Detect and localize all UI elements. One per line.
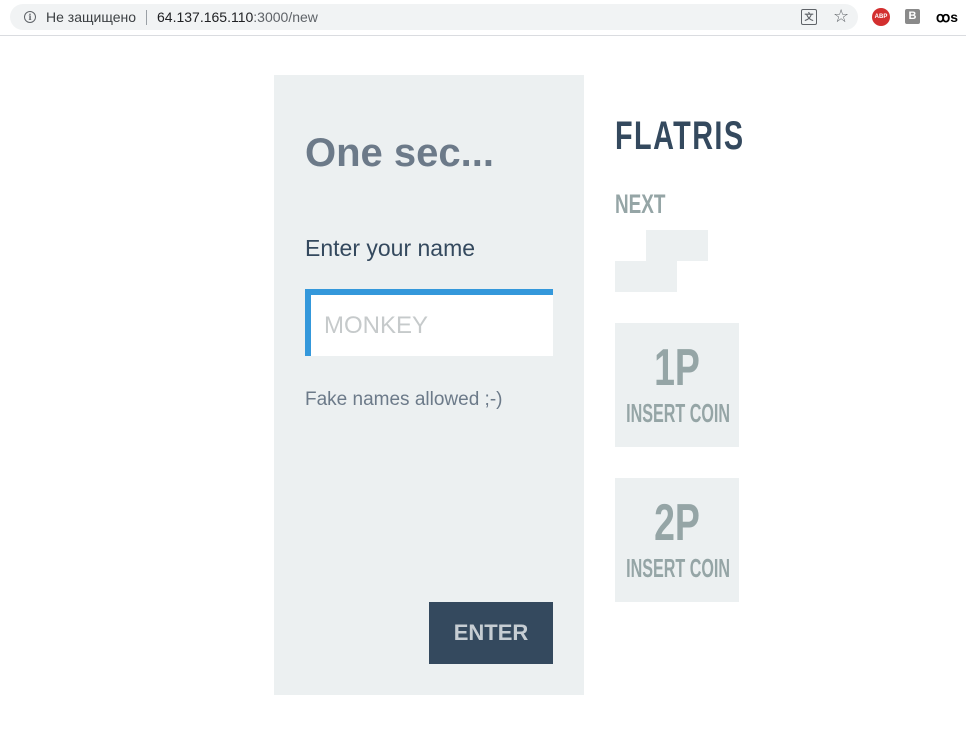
name-input[interactable] [305,289,553,356]
address-bar[interactable]: i Не защищено 64.137.165.110:3000/new 文 … [10,4,858,30]
translate-icon[interactable]: 文 [801,9,817,25]
enter-button[interactable]: ENTER [429,602,553,664]
url-path: :3000/new [253,9,318,25]
url-host: 64.137.165.110 [157,9,254,25]
player-1-label: 1P [654,339,700,397]
star-icon[interactable]: ☆ [833,6,849,27]
next-piece-cell [677,230,708,261]
player-1-slot: 1P INSERT COIN [615,323,739,447]
b-extension-icon[interactable]: B [905,9,920,24]
name-hint: Fake names allowed ;-) [305,389,503,410]
player-2-slot: 2P INSERT COIN [615,478,739,602]
address-separator [146,10,147,25]
player-1-status: INSERT COIN [626,398,731,428]
player-2-status: INSERT COIN [626,553,731,583]
url-text[interactable]: 64.137.165.110:3000/new [157,9,318,25]
os-extension-icon[interactable]: ꝏs [936,8,958,26]
next-label: NEXT [615,189,666,219]
next-piece-cell [615,261,646,292]
game-sidebar: FLATRIS NEXT 1P INSERT COIN 2P INSERT CO… [615,75,775,635]
browser-toolbar: i Не защищено 64.137.165.110:3000/new 文 … [0,0,966,36]
adblock-plus-icon[interactable]: ABP [872,8,890,26]
info-icon[interactable]: i [24,11,36,23]
security-status[interactable]: Не защищено [46,9,136,25]
name-form-panel: One sec... Enter your name Fake names al… [274,75,584,695]
player-2-label: 2P [654,494,700,552]
page-title: One sec... [305,131,494,175]
next-piece-cell [646,230,677,261]
next-piece-cell [646,261,677,292]
game-title: FLATRIS [615,114,745,158]
name-prompt: Enter your name [305,235,476,261]
